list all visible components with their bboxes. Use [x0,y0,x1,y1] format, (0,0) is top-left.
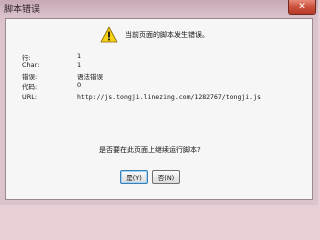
close-icon: ✕ [298,1,306,12]
continue-question: 是否要在此页面上继续运行脚本? [99,146,201,154]
detail-value: 语法错误 [77,73,103,81]
script-error-dialog: 脚本错误 ✕ 当前页面的脚本发生错误。 行: 1 Char: 1 错误: 语法错… [0,0,318,205]
error-headline: 当前页面的脚本发生错误。 [125,31,209,39]
detail-label: URL: [22,93,38,101]
no-button[interactable]: 否(N) [152,170,180,184]
yes-button[interactable]: 是(Y) [120,170,148,184]
detail-value: 0 [77,81,82,89]
detail-label: 代码: [22,83,38,91]
title-bar[interactable]: 脚本错误 ✕ [0,0,318,18]
warning-icon [100,26,118,43]
dialog-body: 当前页面的脚本发生错误。 行: 1 Char: 1 错误: 语法错误 代码: 0… [5,18,313,200]
detail-value: 1 [77,61,82,69]
close-button[interactable]: ✕ [288,0,316,15]
detail-value: 1 [77,52,82,60]
window-title: 脚本错误 [4,5,41,15]
detail-value-url: http://js.tongji.linezing.com/1282767/to… [77,93,261,101]
detail-label: Char: [22,61,40,69]
detail-label: 错误: [22,73,38,81]
